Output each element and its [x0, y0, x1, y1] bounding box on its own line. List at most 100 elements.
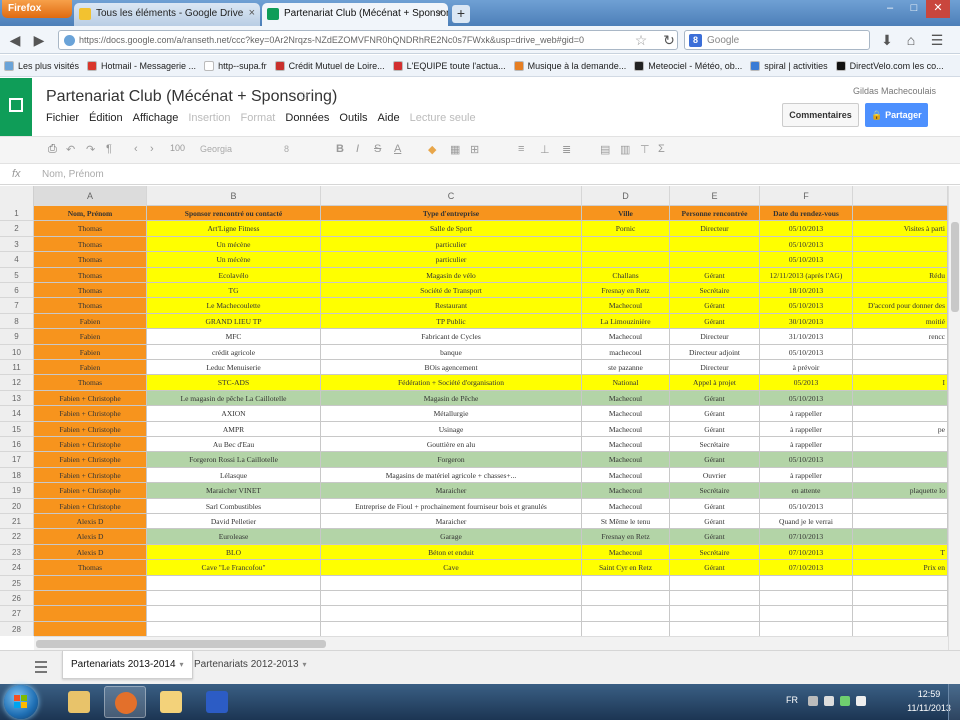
table-cell[interactable]: 05/10/2013 [760, 452, 853, 468]
table-cell[interactable]: Usinage [321, 421, 582, 437]
formula-input[interactable]: Nom, Prénom [42, 169, 104, 180]
row-number[interactable]: 3 [0, 236, 34, 253]
row-number[interactable]: 16 [0, 437, 34, 453]
table-cell[interactable]: Gérant [670, 498, 760, 514]
table-cell[interactable] [34, 621, 147, 636]
minimize-icon[interactable]: – [878, 0, 902, 18]
row-number[interactable]: 11 [0, 360, 34, 376]
taskbar-app-folder[interactable] [150, 686, 192, 718]
network-icon[interactable] [840, 696, 850, 706]
sheet-list-icon[interactable] [35, 661, 47, 673]
table-cell[interactable]: Salle de Sport [321, 221, 582, 237]
table-cell[interactable]: Fabien [34, 329, 147, 345]
spreadsheet-grid[interactable]: ABCDEF 1 Nom, Prénom Sponsor rencontré ou … [0, 186, 948, 636]
table-cell[interactable] [582, 236, 670, 253]
table-cell[interactable]: Béton et enduit [321, 544, 582, 561]
site-identity-icon[interactable] [64, 35, 75, 46]
row-number[interactable]: 10 [0, 344, 34, 360]
table-cell[interactable]: Fabien [34, 360, 147, 376]
print-icon[interactable]: ⎙ [48, 143, 57, 156]
table-cell[interactable]: Thomas [34, 298, 147, 314]
table-cell[interactable]: 07/10/2013 [760, 529, 853, 545]
table-cell[interactable] [760, 591, 853, 607]
table-cell[interactable]: Thomas [34, 236, 147, 253]
bookmark-item[interactable]: http--supa.fr [204, 61, 267, 71]
table-cell[interactable] [853, 406, 948, 422]
table-cell[interactable] [853, 591, 948, 607]
taskbar-app-explorer[interactable] [58, 686, 100, 718]
table-cell[interactable]: à prévoir [760, 360, 853, 376]
table-cell[interactable]: Cave [321, 560, 582, 576]
font-size-select[interactable]: 8 [284, 142, 318, 159]
table-cell[interactable]: David Pelletier [147, 514, 321, 530]
clock[interactable]: 12:59 11/11/2013 [904, 687, 954, 715]
decrease-decimal-icon[interactable]: ‹ [134, 143, 138, 155]
table-cell[interactable] [853, 236, 948, 253]
table-cell[interactable] [853, 467, 948, 484]
table-cell[interactable]: Le Machecoulette [147, 298, 321, 314]
table-cell[interactable]: ste pazanne [582, 360, 670, 376]
table-cell[interactable]: particulier [321, 252, 582, 268]
row-number[interactable]: 24 [0, 560, 34, 576]
table-cell[interactable]: à rappeller [760, 406, 853, 422]
formula-bar[interactable]: fx Nom, Prénom [0, 165, 960, 185]
table-cell[interactable]: à rappeller [760, 437, 853, 453]
table-cell[interactable] [853, 206, 948, 222]
table-cell[interactable]: Nom, Prénom [34, 206, 147, 222]
comments-button[interactable]: Commentaires [782, 103, 859, 127]
table-cell[interactable]: 05/10/2013 [760, 390, 853, 407]
table-cell[interactable]: Leduc Menuiserie [147, 360, 321, 376]
table-cell[interactable]: TG [147, 283, 321, 299]
redo-icon[interactable]: ↷ [86, 143, 95, 156]
table-cell[interactable]: Rédu [853, 267, 948, 283]
table-cell[interactable]: Gérant [670, 529, 760, 545]
table-cell[interactable]: plaquette lo [853, 483, 948, 499]
table-cell[interactable] [853, 283, 948, 299]
table-cell[interactable] [853, 437, 948, 453]
table-cell[interactable]: Gérant [670, 267, 760, 283]
action-center-icon[interactable] [824, 696, 834, 706]
table-cell[interactable]: Fabien + Christophe [34, 406, 147, 422]
table-cell[interactable] [853, 621, 948, 636]
table-cell[interactable]: Fabien + Christophe [34, 452, 147, 468]
table-cell[interactable]: Machecoul [582, 421, 670, 437]
table-cell[interactable] [670, 236, 760, 253]
table-cell[interactable]: St Même le tenu [582, 514, 670, 530]
table-cell[interactable]: Ville [582, 206, 670, 222]
bold-icon[interactable]: B [336, 143, 344, 155]
table-cell[interactable]: Thomas [34, 252, 147, 268]
menu-icon[interactable]: ☰ [928, 31, 946, 49]
table-cell[interactable]: MFC [147, 329, 321, 345]
table-cell[interactable] [321, 575, 582, 591]
table-cell[interactable]: Directeur adjoint [670, 344, 760, 360]
table-cell[interactable]: Alexis D [34, 529, 147, 545]
table-cell[interactable]: Machecoul [582, 298, 670, 314]
table-cell[interactable]: Cave "Le Francofou" [147, 560, 321, 576]
row-number[interactable]: 20 [0, 498, 34, 514]
row-number[interactable]: 27 [0, 606, 34, 622]
table-cell[interactable]: Saint Cyr en Retz [582, 560, 670, 576]
table-cell[interactable] [670, 252, 760, 268]
download-icon[interactable]: ⬇ [878, 31, 896, 49]
valign-icon[interactable]: ⊥ [540, 143, 550, 156]
table-cell[interactable] [582, 575, 670, 591]
sheets-logo-icon[interactable] [0, 78, 32, 136]
table-cell[interactable] [582, 621, 670, 636]
tab-close-icon[interactable]: × [437, 7, 443, 19]
table-cell[interactable] [853, 606, 948, 622]
table-cell[interactable]: Un mécène [147, 236, 321, 253]
row-number[interactable]: 23 [0, 544, 34, 561]
table-cell[interactable] [582, 606, 670, 622]
table-cell[interactable]: à rappeller [760, 421, 853, 437]
table-cell[interactable]: Lélasque [147, 467, 321, 484]
table-cell[interactable]: Ecolavélo [147, 267, 321, 283]
row-number[interactable]: 22 [0, 529, 34, 545]
table-cell[interactable]: Thomas [34, 560, 147, 576]
table-cell[interactable]: machecoul [582, 344, 670, 360]
table-cell[interactable]: Ouvrier [670, 467, 760, 484]
language-indicator[interactable]: FR [786, 695, 798, 705]
table-cell[interactable]: Alexis D [34, 544, 147, 561]
table-cell[interactable] [853, 360, 948, 376]
table-cell[interactable] [670, 621, 760, 636]
row-number[interactable]: 15 [0, 421, 34, 437]
